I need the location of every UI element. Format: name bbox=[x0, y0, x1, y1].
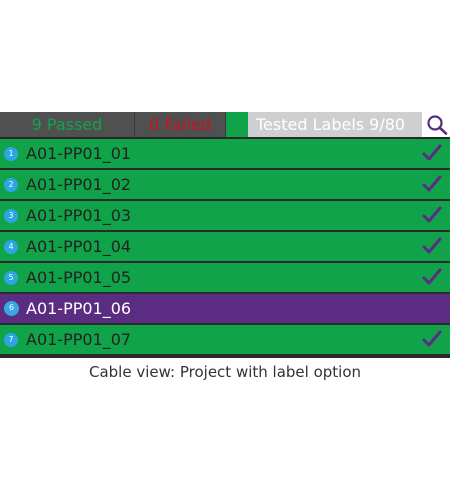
tested-labels-count: Tested Labels 9/80 bbox=[248, 112, 422, 137]
cable-view-screen: 9 Passed 0 Failed Tested Labels 9/80 1 A… bbox=[0, 112, 450, 358]
search-icon bbox=[427, 115, 448, 135]
list-item[interactable]: 4 A01-PP01_04 bbox=[0, 232, 450, 261]
cable-label: A01-PP01_01 bbox=[26, 144, 132, 163]
row-number-badge: 7 bbox=[4, 333, 18, 347]
list-item[interactable]: 3 A01-PP01_03 bbox=[0, 201, 450, 230]
check-icon bbox=[422, 268, 442, 285]
check-icon bbox=[422, 175, 442, 192]
cable-label: A01-PP01_05 bbox=[26, 268, 132, 287]
search-button[interactable] bbox=[422, 112, 450, 137]
figure-caption: Cable view: Project with label option bbox=[88, 363, 362, 381]
check-icon bbox=[422, 237, 442, 254]
row-number-badge: 6 bbox=[4, 301, 19, 316]
check-icon bbox=[422, 144, 442, 161]
status-indicator bbox=[226, 112, 248, 137]
results-header: 9 Passed 0 Failed Tested Labels 9/80 bbox=[0, 112, 450, 137]
list-item-selected[interactable]: 6 A01-PP01_06 bbox=[0, 294, 450, 323]
cable-label: A01-PP01_06 bbox=[26, 299, 132, 318]
list-item[interactable]: 5 A01-PP01_05 bbox=[0, 263, 450, 292]
row-number-badge: 5 bbox=[4, 271, 18, 285]
cable-label: A01-PP01_07 bbox=[26, 330, 132, 349]
passed-count[interactable]: 9 Passed bbox=[0, 112, 134, 137]
row-number-badge: 2 bbox=[4, 178, 18, 192]
row-number-badge: 3 bbox=[4, 209, 18, 223]
cable-label: A01-PP01_03 bbox=[26, 206, 132, 225]
cable-label: A01-PP01_02 bbox=[26, 175, 132, 194]
check-icon bbox=[422, 330, 442, 347]
row-number-badge: 4 bbox=[4, 240, 18, 254]
list-item[interactable]: 1 A01-PP01_01 bbox=[0, 139, 450, 168]
check-icon bbox=[422, 206, 442, 223]
list-item[interactable]: 7 A01-PP01_07 bbox=[0, 325, 450, 354]
failed-count[interactable]: 0 Failed bbox=[135, 112, 225, 137]
list-item[interactable]: 2 A01-PP01_02 bbox=[0, 170, 450, 199]
row-number-badge: 1 bbox=[4, 147, 18, 161]
cable-label: A01-PP01_04 bbox=[26, 237, 132, 256]
